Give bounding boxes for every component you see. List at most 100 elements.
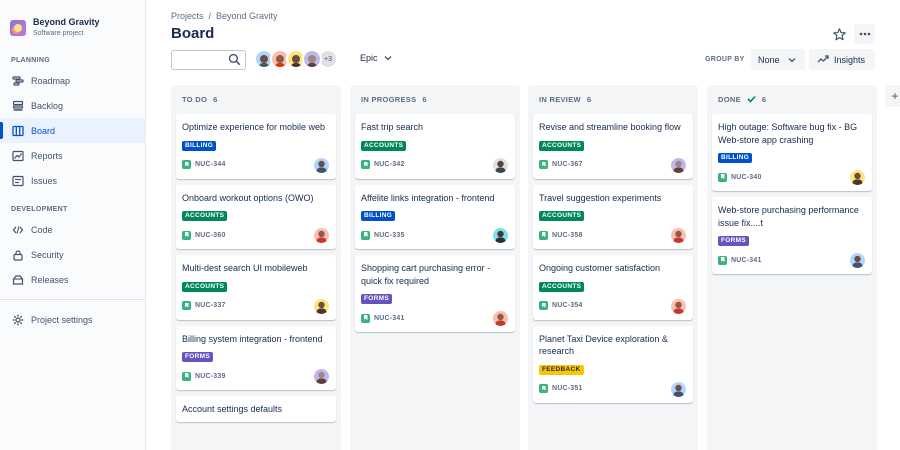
assignee-avatar[interactable]: [671, 298, 686, 314]
chevron-down-icon: [788, 55, 796, 65]
issue-card[interactable]: Web-store purchasing performance issue f…: [712, 197, 872, 274]
issue-key[interactable]: NUC-344: [195, 161, 226, 168]
card-footer: NUC-354: [539, 298, 687, 314]
assignee-avatar[interactable]: [671, 157, 686, 173]
assignee-avatar[interactable]: [850, 170, 865, 185]
issue-card[interactable]: Account settings defaults: [176, 396, 336, 422]
project-type: Software project: [33, 30, 84, 37]
card-title: Account settings defaults: [182, 404, 283, 414]
issue-card[interactable]: Multi-dest search UI mobileweb ACCOUNTS NU…: [176, 255, 336, 320]
column-count: 6: [213, 95, 218, 104]
issue-key[interactable]: NUC-341: [731, 257, 762, 264]
story-icon: [182, 301, 191, 310]
column-count: 6: [586, 95, 592, 104]
assignee-avatar[interactable]: [314, 298, 329, 314]
more-actions-button[interactable]: [854, 24, 875, 44]
assignee-avatar[interactable]: [671, 228, 686, 243]
breadcrumb: Projects / Beyond Gravity: [171, 11, 278, 21]
issue-card[interactable]: Billing system integration - frontend FOR…: [176, 325, 336, 390]
sidebar-item-label: Roadmap: [31, 75, 71, 86]
lock-icon: [11, 248, 24, 261]
sidebar-item-project-settings[interactable]: Project settings: [0, 307, 145, 332]
assignee-avatar[interactable]: [850, 253, 865, 268]
story-icon: [361, 160, 370, 169]
issue-key[interactable]: NUC-351: [552, 385, 583, 392]
sidebar-item-backlog[interactable]: Backlog: [0, 93, 145, 118]
star-button[interactable]: [830, 25, 848, 43]
sidebar-item-security[interactable]: Security: [0, 242, 145, 267]
epic-label: Epic: [360, 53, 378, 63]
sidebar-item-board[interactable]: Board: [0, 118, 145, 143]
search-input[interactable]: [171, 50, 246, 70]
issue-key[interactable]: NUC-337: [195, 302, 226, 309]
issue-key[interactable]: NUC-339: [195, 373, 226, 380]
card-footer: NUC-340: [718, 169, 866, 185]
issue-key[interactable]: NUC-367: [552, 161, 583, 168]
story-icon: [539, 384, 548, 393]
project-name: Beyond Gravity: [33, 17, 100, 27]
epic-badge: FORMS: [182, 352, 213, 362]
story-icon: [361, 230, 370, 240]
group-by-label: GROUP BY: [705, 56, 745, 63]
issue-card[interactable]: Onboard workout options (OWO) ACCOUNTS NUC…: [176, 184, 336, 249]
backlog-icon: [11, 99, 24, 112]
card-footer: NUC-360: [182, 227, 330, 243]
assignee-avatar[interactable]: [493, 311, 508, 326]
breadcrumb-project[interactable]: Beyond Gravity: [216, 11, 278, 21]
assignee-avatar[interactable]: [493, 157, 508, 173]
issue-card[interactable]: Shopping cart purchasing error - quick f…: [355, 255, 515, 332]
column-count: 6: [761, 95, 767, 104]
issue-key[interactable]: NUC-360: [195, 232, 226, 239]
issue-card[interactable]: High outage: Software bug fix - BG Web-s…: [712, 114, 872, 191]
card-footer: NUC-358: [539, 227, 687, 243]
add-column-button[interactable]: +: [885, 85, 900, 107]
card-title: Optimize experience for mobile web: [182, 122, 326, 132]
project-header[interactable]: Beyond Gravity Software project: [0, 0, 145, 44]
issue-key[interactable]: NUC-354: [552, 302, 583, 309]
issue-card[interactable]: Planet Taxi Device exploration & researc…: [533, 325, 693, 403]
epic-badge: ACCOUNTS: [182, 211, 228, 221]
sidebar-item-releases[interactable]: Releases: [0, 267, 145, 292]
epic-filter[interactable]: Epic: [360, 53, 392, 63]
sidebar-item-code[interactable]: Code: [0, 217, 145, 242]
issue-key[interactable]: NUC-342: [374, 161, 405, 168]
assignee-avatar[interactable]: [314, 369, 329, 384]
issue-card[interactable]: Optimize experience for mobile web BILLIN…: [176, 114, 336, 179]
sidebar-item-label: Board: [31, 125, 56, 136]
assignee-avatar[interactable]: [493, 228, 508, 243]
assignee-avatar[interactable]: [314, 157, 329, 173]
search-icon: [228, 53, 241, 71]
story-icon: [718, 255, 727, 265]
planning-section-label: PLANNING: [11, 57, 50, 64]
sidebar-item-issues[interactable]: Issues: [0, 168, 145, 193]
issue-card[interactable]: Affelite links integration - frontend BIL…: [355, 184, 515, 249]
group-by-select[interactable]: None: [751, 49, 805, 70]
card-footer: NUC-341: [361, 310, 509, 326]
insights-button[interactable]: Insights: [809, 49, 875, 70]
assignee-avatar[interactable]: [314, 228, 329, 243]
sidebar-item-label: Backlog: [31, 100, 64, 111]
issue-card[interactable]: Travel suggestion experiments ACCOUNTS NUC…: [533, 184, 693, 249]
gear-icon: [11, 313, 24, 326]
breadcrumb-projects[interactable]: Projects: [171, 11, 204, 21]
issue-key[interactable]: NUC-340: [731, 174, 762, 181]
card-footer: NUC-339: [182, 368, 330, 384]
board-column: IN REVIEW 6 Revise and streamline booking …: [528, 85, 698, 450]
avatar[interactable]: [302, 49, 322, 69]
sidebar-item-reports[interactable]: Reports: [0, 143, 145, 168]
card-title: Onboard workout options (OWO): [182, 192, 314, 203]
issue-card[interactable]: Ongoing customer satisfaction ACCOUNTS NUC…: [533, 255, 693, 320]
assignee-avatar[interactable]: [671, 381, 686, 397]
issue-key[interactable]: NUC-335: [374, 232, 405, 239]
card-title: Ongoing customer satisfaction: [539, 263, 661, 273]
sidebar-item-roadmap[interactable]: Roadmap: [0, 68, 145, 93]
issue-key[interactable]: NUC-358: [552, 232, 583, 239]
issue-key[interactable]: NUC-341: [374, 315, 405, 322]
star-icon: [832, 27, 846, 40]
reports-icon: [11, 149, 24, 162]
issue-card[interactable]: Fast trip search ACCOUNTS NUC-342: [355, 114, 515, 179]
story-icon: [182, 230, 191, 240]
issue-card[interactable]: Revise and streamline booking flow ACCOUN…: [533, 114, 693, 179]
column-name: IN REVIEW: [539, 95, 581, 104]
insights-label: Insights: [834, 54, 866, 65]
